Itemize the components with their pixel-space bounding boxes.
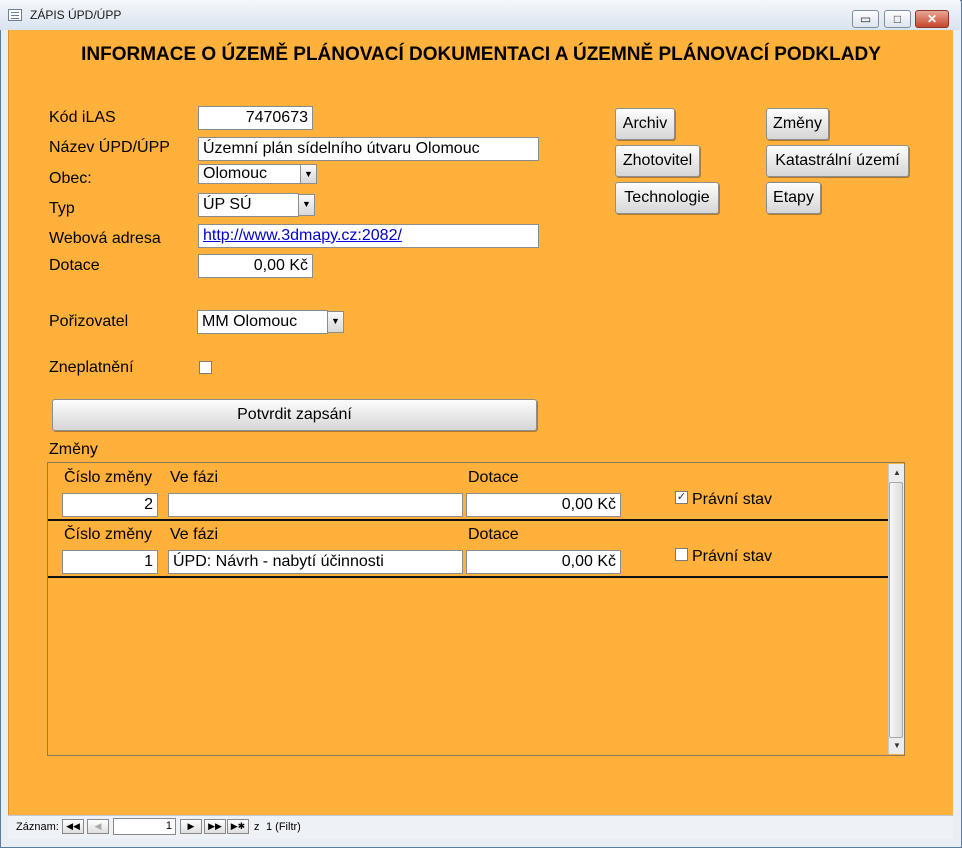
scroll-thumb[interactable] bbox=[889, 482, 903, 738]
etapy-button[interactable]: Etapy bbox=[766, 182, 821, 214]
prev-record-button[interactable]: ◀ bbox=[87, 819, 109, 834]
web-label: Webová adresa bbox=[49, 230, 161, 247]
subform-title: Změny bbox=[49, 441, 98, 458]
potvrdit-zapsani-button[interactable]: Potvrdit zapsání bbox=[52, 399, 537, 431]
pravni-stav-checkbox[interactable] bbox=[675, 548, 688, 561]
dotace-field[interactable]: 0,00 Kč bbox=[198, 254, 313, 278]
next-record-button[interactable]: ▶ bbox=[180, 819, 202, 834]
zhotovitel-button[interactable]: Zhotovitel bbox=[615, 145, 700, 177]
zaznam-label: Záznam: bbox=[16, 821, 59, 833]
dotace-header: Dotace bbox=[468, 469, 519, 486]
page-title: INFORMACE O ÚZEMĚ PLÁNOVACÍ DOKUMENTACI … bbox=[81, 44, 881, 65]
of-label: z bbox=[254, 821, 260, 833]
first-record-button[interactable]: ◀◀ bbox=[62, 819, 84, 834]
form-icon bbox=[8, 9, 22, 21]
ve-fazi-header: Ve fázi bbox=[170, 469, 219, 486]
porizovatel-combo[interactable]: MM Olomouc bbox=[197, 310, 328, 334]
pravni-stav-label: Právní stav bbox=[692, 491, 773, 508]
minimize-button[interactable]: ▭ bbox=[852, 10, 879, 28]
last-record-button[interactable]: ▶▶ bbox=[204, 819, 226, 834]
archiv-button[interactable]: Archiv bbox=[615, 108, 675, 140]
new-record-button[interactable]: ▶✱ bbox=[227, 819, 249, 834]
ve-fazi-header: Ve fázi bbox=[170, 526, 219, 543]
row-divider bbox=[48, 519, 888, 521]
title-bar bbox=[0, 0, 960, 30]
web-link[interactable]: http://www.3dmapy.cz:2082/ bbox=[203, 227, 402, 244]
technologie-button[interactable]: Technologie bbox=[615, 182, 719, 214]
kod-label: Kód iLAS bbox=[49, 109, 116, 126]
cislo-zmeny-field[interactable]: 2 bbox=[62, 493, 158, 517]
close-button[interactable]: ✕ bbox=[915, 10, 949, 28]
window-title: ZÁPIS ÚPD/ÚPP bbox=[30, 8, 122, 22]
nazev-field[interactable]: Územní plán sídelního útvaru Olomouc bbox=[198, 137, 539, 161]
ve-fazi-field[interactable]: ÚPD: Návrh - nabytí účinnosti bbox=[168, 550, 463, 574]
typ-dropdown-arrow[interactable]: ▼ bbox=[298, 194, 315, 216]
obec-label: Obec: bbox=[49, 170, 92, 187]
obec-combo[interactable]: Olomouc bbox=[198, 164, 301, 184]
restore-button[interactable]: □ bbox=[884, 10, 911, 28]
zmena-dotace-field[interactable]: 0,00 Kč bbox=[466, 550, 621, 574]
porizovatel-label: Pořizovatel bbox=[49, 313, 129, 330]
typ-combo[interactable]: ÚP SÚ bbox=[198, 193, 299, 217]
pravni-stav-checkbox[interactable]: ✓ bbox=[675, 491, 688, 504]
porizovatel-dropdown-arrow[interactable]: ▼ bbox=[327, 311, 344, 333]
pravni-stav-label: Právní stav bbox=[692, 548, 773, 565]
scroll-down-icon[interactable]: ▼ bbox=[889, 738, 905, 754]
ve-fazi-field[interactable] bbox=[168, 493, 463, 517]
typ-label: Typ bbox=[49, 200, 75, 217]
record-number-input[interactable]: 1 bbox=[113, 818, 176, 835]
dotace-label: Dotace bbox=[49, 257, 100, 274]
row-divider bbox=[48, 576, 888, 578]
katastralni-uzemi-button[interactable]: Katastrální území bbox=[766, 145, 909, 177]
zmeny-button[interactable]: Změny bbox=[766, 108, 829, 140]
zmena-dotace-field[interactable]: 0,00 Kč bbox=[466, 493, 621, 517]
dotace-header: Dotace bbox=[468, 526, 519, 543]
cislo-zmeny-header: Číslo změny bbox=[64, 526, 153, 543]
kod-field[interactable]: 7470673 bbox=[198, 106, 313, 130]
cislo-zmeny-field[interactable]: 1 bbox=[62, 550, 158, 574]
obec-dropdown-arrow[interactable]: ▼ bbox=[300, 164, 317, 184]
scroll-up-icon[interactable]: ▲ bbox=[889, 465, 905, 481]
zneplatneni-checkbox[interactable] bbox=[199, 361, 212, 374]
zneplatneni-label: Zneplatnění bbox=[49, 359, 134, 376]
record-total: 1 (Filtr) bbox=[266, 821, 301, 833]
cislo-zmeny-header: Číslo změny bbox=[64, 469, 153, 486]
web-field[interactable]: http://www.3dmapy.cz:2082/ bbox=[198, 224, 539, 248]
nazev-label: Název ÚPD/ÚPP bbox=[49, 139, 170, 156]
